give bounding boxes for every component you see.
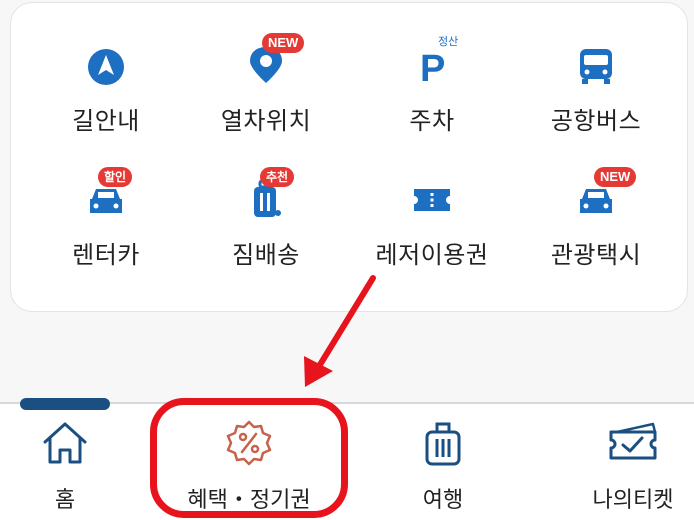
nav-tab-travel[interactable]: 여행 xyxy=(358,410,528,518)
nav-tab-home[interactable]: 홈 xyxy=(0,410,150,518)
annotation-highlight-box xyxy=(150,398,348,518)
nav-label: 홈 xyxy=(54,488,76,513)
my-ticket-icon xyxy=(609,422,657,460)
nav-label: 나의티켓 xyxy=(592,488,674,513)
home-icon xyxy=(43,422,87,464)
suitcase-icon xyxy=(425,422,461,466)
nav-tab-my-ticket[interactable]: 나의티켓 xyxy=(548,410,694,518)
active-tab-indicator xyxy=(20,398,110,410)
nav-label: 여행 xyxy=(422,488,464,513)
